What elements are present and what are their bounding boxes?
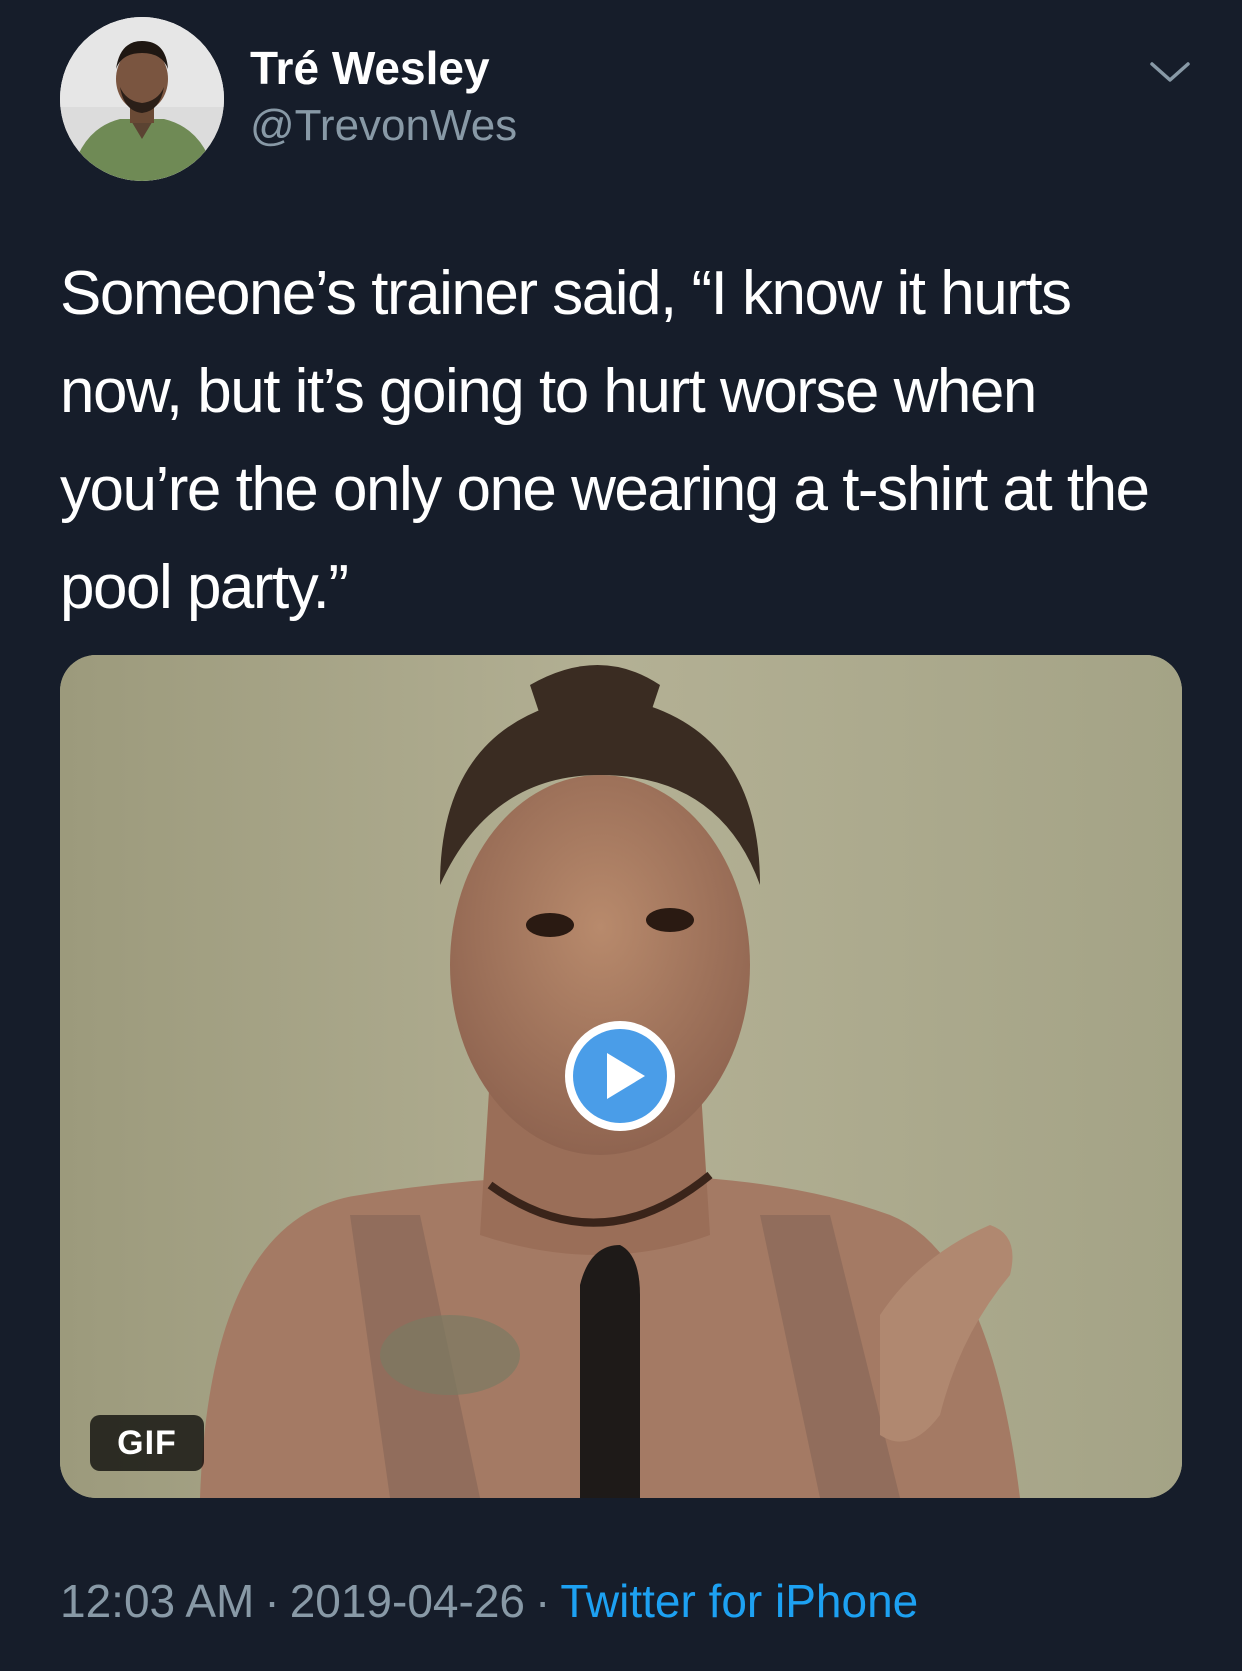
tweet-detail-view: Tré Wesley @TrevonWes Someone’s trainer … — [0, 0, 1242, 1671]
play-icon — [565, 1021, 675, 1131]
chevron-down-icon — [1150, 62, 1190, 82]
tweet-time: 12:03 AM — [60, 1575, 255, 1627]
tweet-source-link[interactable]: Twitter for iPhone — [560, 1575, 918, 1627]
gif-media[interactable]: GIF — [60, 655, 1182, 1498]
tweet-text: Someone’s trainer said, “I know it hurts… — [60, 259, 1150, 622]
avatar[interactable] — [60, 17, 224, 181]
tweet-metadata: 12:03 AM · 2019-04-26 · Twitter for iPhone — [60, 1570, 918, 1632]
user-avatar-icon — [60, 17, 224, 181]
play-button[interactable] — [561, 1017, 679, 1135]
tweet-date: 2019-04-26 — [289, 1575, 525, 1627]
separator: · — [264, 1575, 280, 1627]
author-handle[interactable]: @TrevonWes — [250, 98, 517, 154]
separator: · — [535, 1575, 551, 1627]
author-display-name[interactable]: Tré Wesley — [250, 40, 490, 96]
gif-badge: GIF — [90, 1415, 204, 1471]
tweet-menu-button[interactable] — [1148, 56, 1192, 88]
